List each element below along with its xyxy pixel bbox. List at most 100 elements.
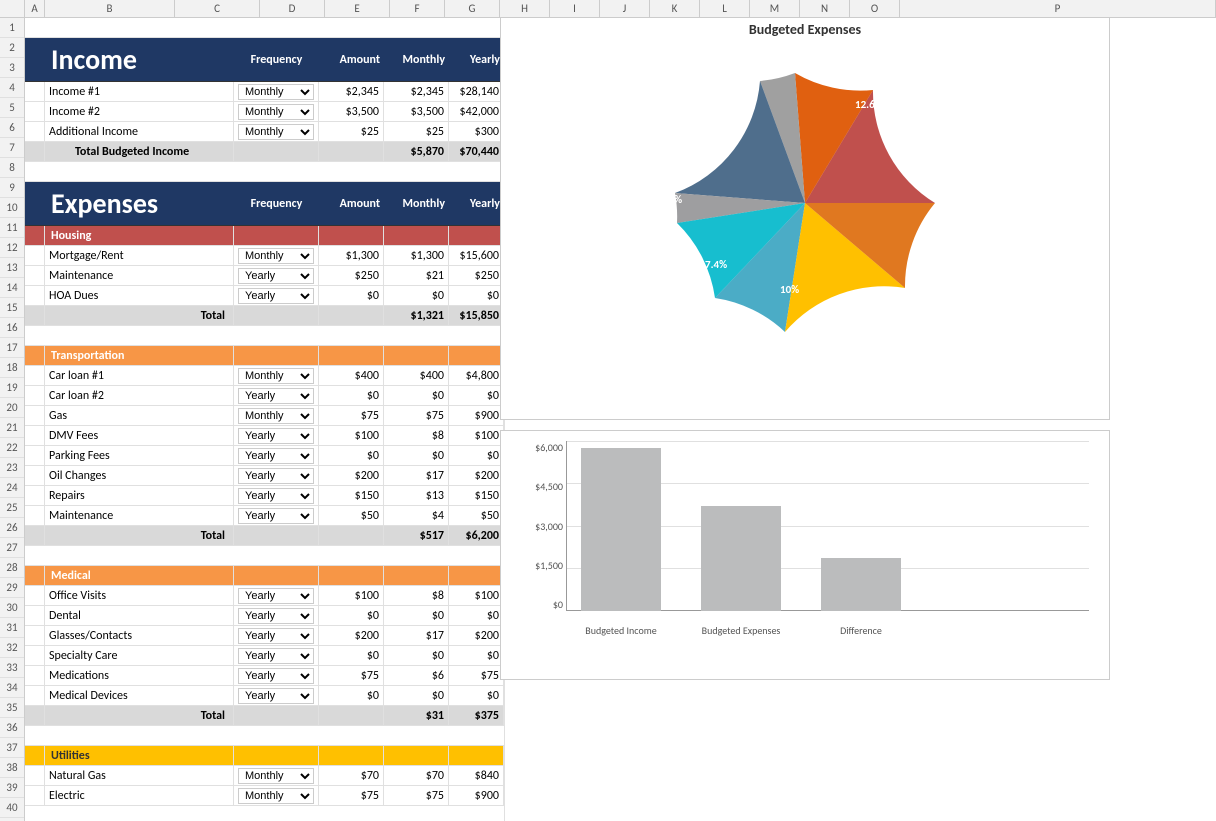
mortgage-amount: $1,300 <box>319 246 384 265</box>
pie-label-4: 12.2% <box>695 88 723 101</box>
right-panel: Budgeted Expenses <box>500 18 1150 680</box>
income1-yearly: $28,140 <box>449 82 504 101</box>
income1-monthly: $2,345 <box>384 82 449 101</box>
income-monthly-header: Monthly <box>384 53 449 67</box>
y-label-1500: $1,500 <box>521 559 563 572</box>
mortgage-freq[interactable]: MonthlyYearly <box>234 246 319 265</box>
bar-difference <box>821 558 901 611</box>
bar-label-expenses: Budgeted Expenses <box>701 624 781 637</box>
housing-category-row: Housing <box>25 226 504 246</box>
income-row-1: Income #1 MonthlyYearly $2,345 $2,345 $2… <box>25 82 504 102</box>
col-J: J <box>600 0 650 17</box>
income2-yearly: $42,000 <box>449 102 504 121</box>
pie-chart-title: Budgeted Expenses <box>511 21 1099 38</box>
income1-freq-select[interactable]: MonthlyYearly <box>238 84 314 100</box>
col-O: O <box>850 0 900 17</box>
bar-group-income <box>581 448 661 611</box>
housing-row-2: Maintenance MonthlyYearly $250 $21 $250 <box>25 266 504 286</box>
col-G: G <box>445 0 500 17</box>
trans-row-5: Parking Fees MonthlyYearly $0 $0 $0 <box>25 446 504 466</box>
expenses-monthly-header: Monthly <box>384 197 449 211</box>
income-total-monthly: $5,870 <box>384 142 449 161</box>
medical-total-row: Total $31 $375 <box>25 706 504 726</box>
bar-group-difference <box>821 558 901 611</box>
mortgage-monthly: $1,300 <box>384 246 449 265</box>
column-headers: A B C D E F G H I J K L M N O P <box>0 0 1216 18</box>
row-32 <box>25 726 504 746</box>
income-title: Income <box>51 42 137 77</box>
expenses-amount-header: Amount <box>319 197 384 211</box>
col-F: F <box>390 0 445 17</box>
utilities-category-row: Utilities <box>25 746 504 766</box>
trans-row-4: DMV Fees MonthlyYearly $100 $8 $100 <box>25 426 504 446</box>
col-H: H <box>500 0 550 17</box>
housing-row-1: Mortgage/Rent MonthlyYearly $1,300 $1,30… <box>25 246 504 266</box>
housing-row-3: HOA Dues MonthlyYearly $0 $0 $0 <box>25 286 504 306</box>
housing-label: Housing <box>45 226 234 245</box>
medical-row-2: Dental MonthlyYearly $0 $0 $0 <box>25 606 504 626</box>
income2-freq-select[interactable]: MonthlyYearly <box>238 104 314 120</box>
y-label-6000: $6,000 <box>521 441 563 454</box>
spreadsheet-body: 1234567891011121314151617181920212223242… <box>0 18 1216 821</box>
bar-group-expenses <box>701 506 781 611</box>
medical-row-1: Office Visits MonthlyYearly $100 $8 $100 <box>25 586 504 606</box>
pie-chart-area: 32.2% 12.6% 12.2% 3.3% 8.5% 7.4% 10% <box>511 48 1099 358</box>
income-amount-header: Amount <box>319 53 384 67</box>
col-I: I <box>550 0 600 17</box>
income2-label: Income #2 <box>45 102 234 121</box>
col-P: P <box>900 0 1216 17</box>
row-1 <box>25 18 504 38</box>
bar-income <box>581 448 661 611</box>
col-D: D <box>260 0 325 17</box>
trans-row-7: Repairs MonthlyYearly $150 $13 $150 <box>25 486 504 506</box>
income2-amount: $3,500 <box>319 102 384 121</box>
trans-row-3: Gas MonthlyYearly $75 $75 $900 <box>25 406 504 426</box>
income1-label: Income #1 <box>45 82 234 101</box>
row-7 <box>25 162 504 182</box>
bar-label-difference: Difference <box>821 624 901 637</box>
col-M: M <box>750 0 800 17</box>
medical-row-3: Glasses/Contacts MonthlyYearly $200 $17 … <box>25 626 504 646</box>
income3-freq-select[interactable]: MonthlyYearly <box>238 124 314 140</box>
pie-label-7: 8.5% <box>660 193 682 206</box>
income-header-row: Income Frequency Amount Monthly Yearly <box>25 38 504 82</box>
trans-total-row: Total $517 $6,200 <box>25 526 504 546</box>
bar-chart-container: $6,000 $4,500 $3,000 $1,500 $0 <box>500 430 1110 680</box>
medical-row-6: Medical Devices MonthlyYearly $0 $0 $0 <box>25 686 504 706</box>
row-24 <box>25 546 504 566</box>
income-yearly-header: Yearly <box>449 53 504 67</box>
income-row-3: Additional Income MonthlyYearly $25 $25 … <box>25 122 504 142</box>
income-total-row: Total Budgeted Income $5,870 $70,440 <box>25 142 504 162</box>
pie-chart-svg: 32.2% 12.6% 12.2% 3.3% 8.5% 7.4% 10% <box>635 48 975 358</box>
utilities-row-2: Electric MonthlyYearly $75 $75 $900 <box>25 786 504 806</box>
income1-freq[interactable]: MonthlyYearly <box>234 82 319 101</box>
mortgage-label: Mortgage/Rent <box>45 246 234 265</box>
pie-label-2: 12.6% <box>855 98 883 111</box>
income1-amount: $2,345 <box>319 82 384 101</box>
expenses-header-row: Expenses Frequency Amount Monthly Yearly <box>25 182 504 226</box>
income-row-2: Income #2 MonthlyYearly $3,500 $3,500 $4… <box>25 102 504 122</box>
pie-label-8: 7.4% <box>705 258 727 271</box>
bar-label-income: Budgeted Income <box>581 624 661 637</box>
trans-row-1: Car loan #1 MonthlyYearly $400 $400 $4,8… <box>25 366 504 386</box>
col-N: N <box>800 0 850 17</box>
trans-row-2: Car loan #2 MonthlyYearly $0 $0 $0 <box>25 386 504 406</box>
row-14 <box>25 326 504 346</box>
pie-chart-container: Budgeted Expenses <box>500 18 1110 420</box>
income-total-label: Total Budgeted Income <box>45 142 234 161</box>
utilities-row-1: Natural Gas MonthlyYearly $70 $70 $840 <box>25 766 504 786</box>
income2-freq[interactable]: MonthlyYearly <box>234 102 319 121</box>
y-label-4500: $4,500 <box>521 480 563 493</box>
pie-label-1: 32.2% <box>885 138 913 151</box>
col-C: C <box>175 0 260 17</box>
pie-label-9: 10% <box>780 283 799 296</box>
maintenance-label: Maintenance <box>45 266 234 285</box>
col-E: E <box>325 0 390 17</box>
spreadsheet: A B C D E F G H I J K L M N O P 12345678… <box>0 0 1216 821</box>
medical-category-row: Medical <box>25 566 504 586</box>
income3-freq[interactable]: MonthlyYearly <box>234 122 319 141</box>
pie-label-6: 3.3% <box>653 153 675 166</box>
income-freq-header: Frequency <box>234 53 319 67</box>
col-A: A <box>25 0 45 17</box>
y-label-3000: $3,000 <box>521 520 563 533</box>
